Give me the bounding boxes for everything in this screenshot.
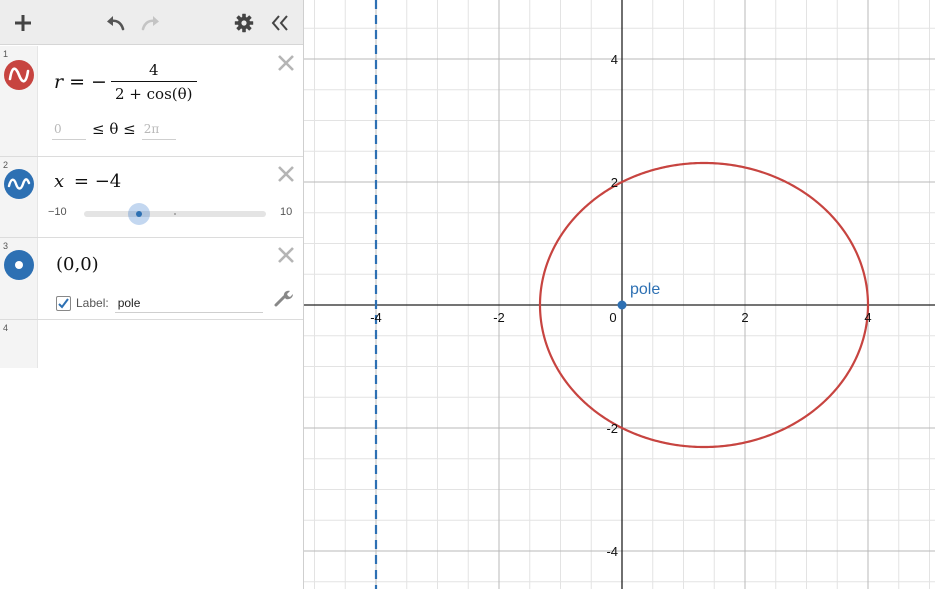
- slider-max-label[interactable]: 10: [280, 206, 292, 218]
- double-chevron-left-icon: [271, 15, 288, 31]
- domain-restriction: 0 ≤ θ ≤ 2π: [52, 118, 176, 140]
- x-tick-label: -2: [493, 310, 505, 325]
- expression-formula[interactable]: (0,0): [56, 254, 99, 275]
- expression-row-4[interactable]: 4: [0, 320, 303, 368]
- redo-icon: [141, 16, 159, 31]
- pole-point: [617, 300, 627, 310]
- domain-inequality: ≤ θ ≤: [92, 120, 136, 138]
- collapse-panel-button[interactable]: [265, 8, 295, 38]
- expression-gutter: 2: [0, 157, 38, 237]
- label-caption: Label:: [76, 296, 109, 310]
- slider-wave-icon[interactable]: [4, 169, 34, 199]
- polar-wave-icon[interactable]: [4, 60, 34, 90]
- formula-rhs: = −4: [73, 171, 122, 192]
- y-tick-label: 2: [611, 175, 618, 190]
- slider-zero-tick: [174, 213, 176, 215]
- plus-icon: [15, 15, 31, 31]
- formula-fraction: 4 2 + cos(θ): [110, 61, 197, 103]
- y-tick-label: -2: [606, 421, 618, 436]
- formula-lhs: r: [54, 71, 64, 93]
- minor-grid: [304, 0, 935, 589]
- graphing-calculator: 1 r = − 4 2 + cos(θ) 0 ≤ θ ≤ 2π 2 x = −4…: [0, 0, 935, 589]
- graph-paper[interactable]: pole -4 -2 0 2 4 4 2 -2 -4: [304, 0, 935, 589]
- slider-row: −10 10: [48, 203, 298, 225]
- expression-gutter: 1: [0, 46, 38, 156]
- expression-index: 3: [3, 241, 9, 251]
- delete-expression-button[interactable]: [275, 163, 297, 185]
- x-tick-label: 2: [741, 310, 748, 325]
- x-tick-label: 0: [609, 310, 616, 325]
- slider-min-label[interactable]: −10: [48, 206, 67, 218]
- delete-expression-button[interactable]: [275, 52, 297, 74]
- graph-canvas[interactable]: pole -4 -2 0 2 4 4 2 -2 -4: [304, 0, 935, 589]
- point-label-row: Label: pole: [56, 292, 263, 314]
- fraction-numerator: 4: [148, 61, 159, 79]
- undo-icon: [107, 16, 125, 31]
- y-tick-label: -4: [606, 544, 618, 559]
- close-icon: [278, 166, 294, 182]
- gear-icon: [234, 13, 254, 33]
- major-grid: [304, 0, 935, 589]
- fraction-denominator: 2 + cos(θ): [110, 81, 197, 103]
- y-tick-label: 4: [611, 52, 618, 67]
- axes: [304, 0, 935, 589]
- label-input[interactable]: pole: [114, 293, 263, 313]
- point-icon[interactable]: [4, 250, 34, 280]
- expression-index: 1: [3, 49, 9, 59]
- domain-min-input[interactable]: 0: [52, 118, 86, 140]
- expression-gutter: 4: [0, 320, 38, 368]
- wrench-icon: [274, 290, 293, 307]
- expression-row-3[interactable]: 3 (0,0) Label: pole: [0, 238, 303, 320]
- formula-lhs: x: [54, 171, 65, 192]
- formula-operator: = −: [69, 71, 107, 93]
- expression-index: 2: [3, 160, 9, 170]
- expression-toolbar: [0, 0, 303, 45]
- redo-button[interactable]: [136, 8, 166, 38]
- domain-max-input[interactable]: 2π: [141, 118, 176, 140]
- close-icon: [278, 247, 294, 263]
- expression-formula[interactable]: r = − 4 2 + cos(θ): [54, 61, 197, 103]
- expression-panel: 1 r = − 4 2 + cos(θ) 0 ≤ θ ≤ 2π 2 x = −4…: [0, 0, 304, 589]
- x-tick-label: 4: [864, 310, 871, 325]
- settings-button[interactable]: [229, 8, 259, 38]
- expression-row-2[interactable]: 2 x = −4 −10 10: [0, 157, 303, 238]
- pole-point-label: pole: [630, 281, 660, 298]
- undo-button[interactable]: [100, 8, 130, 38]
- expression-gutter: 3: [0, 238, 38, 319]
- label-checkbox[interactable]: [56, 295, 71, 311]
- expression-row-1[interactable]: 1 r = − 4 2 + cos(θ) 0 ≤ θ ≤ 2π: [0, 46, 303, 157]
- expression-formula[interactable]: x = −4: [54, 171, 121, 192]
- style-settings-button[interactable]: [273, 288, 293, 308]
- expression-index: 4: [3, 323, 9, 333]
- slider-track[interactable]: [84, 203, 266, 225]
- delete-expression-button[interactable]: [275, 244, 297, 266]
- slider-handle[interactable]: [127, 203, 150, 225]
- x-tick-label: -4: [370, 310, 382, 325]
- checkmark-icon: [58, 297, 69, 309]
- close-icon: [278, 55, 294, 71]
- add-expression-button[interactable]: [8, 8, 38, 38]
